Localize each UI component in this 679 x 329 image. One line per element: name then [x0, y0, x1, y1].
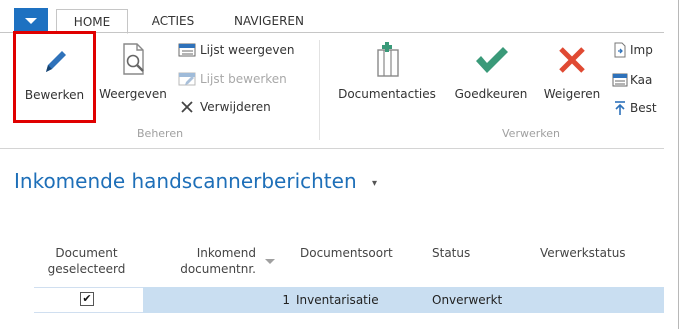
- list-view-icon: [177, 41, 197, 59]
- document-actions-icon: [365, 38, 409, 82]
- tab-navigeren[interactable]: NAVIGEREN: [223, 9, 315, 33]
- lijst-bewerken-button[interactable]: Lijst bewerken: [177, 69, 287, 89]
- card-label: Kaa: [630, 73, 653, 87]
- table-row[interactable]: [143, 287, 664, 313]
- verwijderen-label: Verwijderen: [200, 100, 271, 114]
- upload-arrow-icon: [612, 99, 628, 117]
- view-document-icon: [111, 38, 155, 82]
- goedkeuren-button[interactable]: Goedkeuren: [447, 38, 535, 101]
- documentacties-button[interactable]: Documentacties: [332, 38, 442, 101]
- goedkeuren-label: Goedkeuren: [454, 87, 528, 101]
- lijst-bewerken-label: Lijst bewerken: [200, 72, 287, 86]
- best-button[interactable]: Best: [612, 98, 664, 118]
- import-label: Imp: [630, 43, 653, 57]
- card-icon: [612, 71, 628, 89]
- bewerken-label: Bewerken: [24, 88, 85, 102]
- document-selected-checkbox[interactable]: ✔: [80, 292, 94, 306]
- ribbon-tabbar: HOME ACTIES NAVIGEREN: [0, 0, 664, 34]
- weergeven-button[interactable]: Weergeven: [95, 38, 171, 101]
- cell-document-type: Inventarisatie: [296, 293, 379, 307]
- pencil-icon: [33, 39, 77, 83]
- cell-incoming-doc-no: 1: [282, 293, 290, 307]
- weigeren-button[interactable]: Weigeren: [537, 38, 607, 101]
- column-header-document-selected[interactable]: Document geselecteerd: [34, 245, 139, 277]
- caret-down-icon: [25, 17, 37, 24]
- weigeren-label: Weigeren: [543, 87, 601, 101]
- card-button[interactable]: Kaa: [612, 70, 664, 90]
- bewerken-button[interactable]: Bewerken: [13, 31, 96, 123]
- column-header-processing-status[interactable]: Verwerkstatus: [540, 245, 626, 261]
- list-edit-icon: [177, 70, 197, 88]
- group-label-verwerken: Verwerken: [502, 127, 560, 140]
- checkmark-icon: [469, 38, 513, 82]
- app-menu-button[interactable]: [14, 8, 48, 33]
- import-icon: [612, 41, 628, 59]
- lijst-weergeven-button[interactable]: Lijst weergeven: [177, 40, 295, 60]
- column-header-status[interactable]: Status: [432, 245, 470, 261]
- ribbon-bottom-border: [0, 148, 664, 149]
- import-button[interactable]: Imp: [612, 40, 664, 60]
- column-header-document-type[interactable]: Documentsoort: [300, 245, 393, 261]
- documentacties-label: Documentacties: [338, 87, 436, 101]
- group-label-beheren: Beheren: [137, 127, 184, 140]
- reject-x-icon: [550, 38, 594, 82]
- sort-descending-icon[interactable]: [265, 259, 275, 264]
- delete-x-icon: [177, 98, 197, 116]
- page-title: Inkomende handscannerberichten: [14, 169, 357, 193]
- cell-status: Onverwerkt: [432, 293, 503, 307]
- verwijderen-button[interactable]: Verwijderen: [177, 97, 271, 117]
- checkmark-small-icon: ✔: [82, 292, 92, 305]
- group-separator: [319, 40, 320, 140]
- weergeven-label: Weergeven: [99, 87, 167, 101]
- tab-acties[interactable]: ACTIES: [141, 9, 205, 33]
- lijst-weergeven-label: Lijst weergeven: [200, 43, 295, 57]
- column-header-incoming-doc-no[interactable]: Inkomend documentnr.: [146, 245, 256, 277]
- best-label: Best: [630, 101, 657, 115]
- title-dropdown-icon[interactable]: ▾: [372, 178, 377, 189]
